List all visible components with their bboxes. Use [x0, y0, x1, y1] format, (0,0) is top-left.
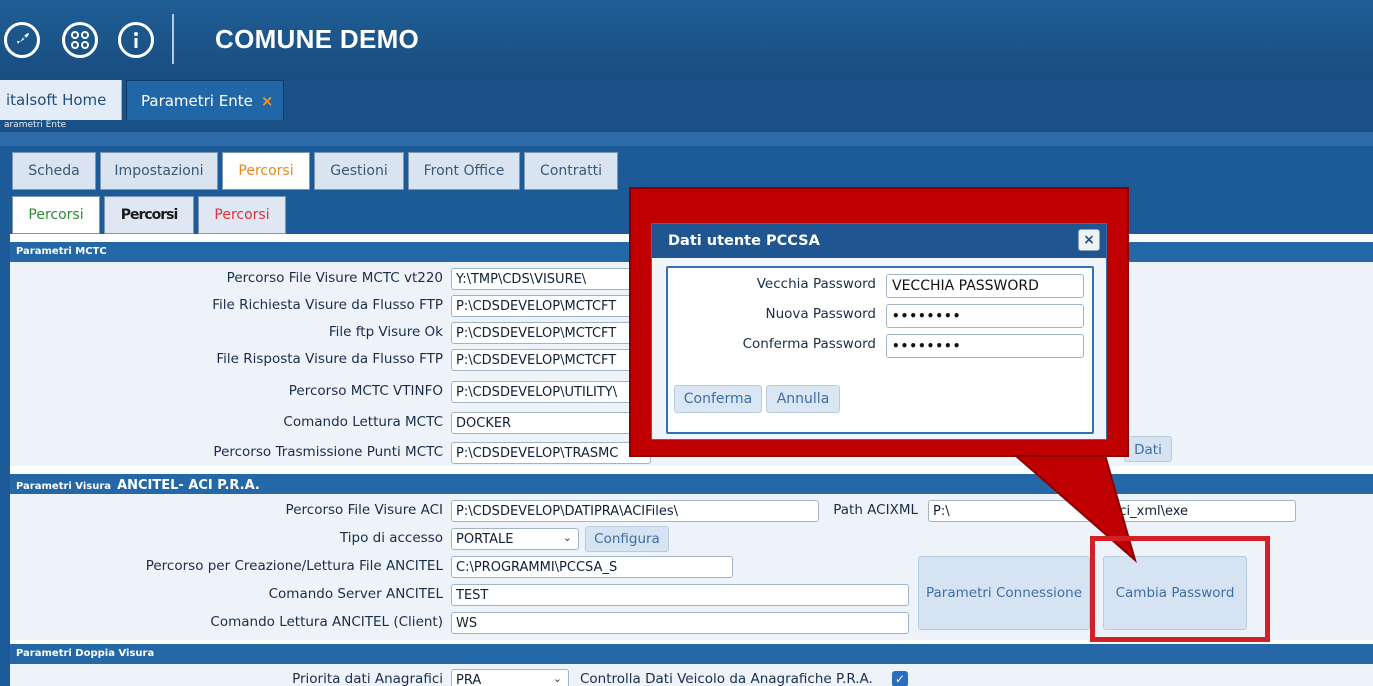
header-band	[0, 132, 1373, 146]
grid-icon[interactable]	[62, 22, 98, 58]
subtab-percorsi-red[interactable]: Percorsi	[198, 196, 286, 234]
subtab-percorsi-dark[interactable]: Percorsi	[104, 196, 194, 234]
chevron-down-icon: ⌄	[552, 672, 562, 685]
tab-contratti[interactable]: Contratti	[524, 152, 618, 190]
controlla-checkbox[interactable]: ✓	[892, 671, 908, 686]
ftp-visure-ok-input[interactable]: P:\CDSDEVELOP\MCTCFT	[451, 322, 651, 344]
field-label: Percorso File Visure ACI	[285, 502, 443, 518]
info-icon[interactable]	[118, 22, 154, 58]
section-header-visura: Parametri Visura ANCITEL- ACI P.R.A.	[10, 474, 1373, 494]
tipo-accesso-select[interactable]: PORTALE ⌄	[451, 528, 579, 550]
tab-impostazioni[interactable]: Impostazioni	[100, 152, 218, 190]
subtab-percorsi-green[interactable]: Percorsi	[12, 196, 100, 234]
field-value-start: P:\	[933, 504, 950, 519]
section-title-big: ANCITEL- ACI P.R.A.	[117, 478, 260, 493]
configura-button[interactable]: Configura	[585, 526, 669, 552]
field-label: Comando Lettura MCTC	[283, 414, 443, 430]
select-value: PRA	[456, 673, 482, 686]
cancel-button[interactable]: Annulla	[766, 385, 840, 413]
rocket-icon[interactable]	[4, 22, 40, 58]
tab-label: italsoft Home	[6, 91, 107, 109]
select-value: PORTALE	[456, 532, 514, 547]
mctc-vtinfo-input[interactable]: P:\CDSDEVELOP\UTILITY\	[451, 381, 651, 403]
tab-gestioni[interactable]: Gestioni	[314, 152, 404, 190]
priorita-select[interactable]: PRA ⌄	[451, 669, 569, 686]
field-label: Path ACIXML	[833, 502, 918, 518]
dialog-title: Dati utente PCCSA	[652, 224, 1106, 258]
risposta-ftp-input[interactable]: P:\CDSDEVELOP\MCTCFT	[451, 349, 651, 371]
field-label: Tipo di accesso	[339, 530, 443, 546]
field-label: Conferma Password	[742, 336, 876, 352]
path-acixml-input[interactable]: P:\ lity\aci_xml\exe	[928, 500, 1296, 522]
toolbar-separator	[172, 14, 174, 64]
comando-server-input[interactable]: TEST	[451, 584, 909, 606]
tab-label: Parametri Ente	[141, 92, 253, 110]
app-title: COMUNE DEMO	[215, 24, 420, 54]
field-label: Percorso MCTC VTINFO	[288, 383, 443, 399]
confirm-button[interactable]: Conferma	[674, 385, 762, 413]
field-label: Percorso per Creazione/Lettura File ANCI…	[145, 558, 443, 574]
chevron-down-icon: ⌄	[562, 531, 572, 544]
old-password-input[interactable]: VECCHIA PASSWORD	[886, 274, 1084, 298]
section-title-small: Parametri Visura	[16, 481, 112, 492]
percorso-aci-input[interactable]: P:\CDSDEVELOP\DATIPRA\ACIFiles\	[451, 500, 819, 522]
close-icon[interactable]: ×	[261, 92, 274, 110]
close-icon[interactable]: ×	[1078, 229, 1100, 251]
field-label: File Risposta Visure da Flusso FTP	[216, 351, 443, 367]
field-label: Percorso Trasmissione Punti MCTC	[213, 444, 443, 460]
comando-client-input[interactable]: WS	[451, 612, 909, 634]
dialog-form: Vecchia Password VECCHIA PASSWORD Nuova …	[666, 266, 1094, 434]
subtab-label: Percorsi	[120, 207, 179, 223]
field-label: Priorita dati Anagrafici	[292, 671, 443, 686]
field-value-end: lity\aci_xml\exe	[1087, 504, 1189, 519]
top-bar	[0, 0, 1373, 80]
dati-button[interactable]: Dati	[1124, 436, 1172, 462]
section-header-doppia: Parametri Doppia Visura	[10, 644, 1373, 664]
field-label: Comando Lettura ANCITEL (Client)	[210, 614, 443, 630]
field-label: File Richiesta Visure da Flusso FTP	[212, 297, 443, 313]
new-password-input[interactable]: ••••••••	[886, 304, 1084, 328]
creazione-ancitel-input[interactable]: C:\PROGRAMMI\PCCSA_S	[451, 556, 733, 578]
highlight-box	[1090, 536, 1270, 642]
tab-front-office[interactable]: Front Office	[408, 152, 520, 190]
field-label: Comando Server ANCITEL	[268, 586, 443, 602]
richiesta-ftp-input[interactable]: P:\CDSDEVELOP\MCTCFT	[451, 295, 651, 317]
trasmissione-punti-input[interactable]: P:\CDSDEVELOP\TRASMC	[451, 442, 651, 464]
field-label: Controlla Dati Veicolo da Anagrafiche P.…	[580, 671, 873, 686]
field-label: Nuova Password	[765, 306, 876, 322]
confirm-password-input[interactable]: ••••••••	[886, 334, 1084, 358]
tab-parametri-ente[interactable]: Parametri Ente ×	[126, 80, 284, 120]
field-label: Percorso File Visure MCTC vt220	[226, 270, 443, 286]
visure-vt220-input[interactable]: Y:\TMP\CDS\VISURE\	[451, 268, 651, 290]
field-label: File ftp Visure Ok	[328, 324, 443, 340]
parametri-connessione-button[interactable]: Parametri Connessione	[918, 556, 1090, 630]
comando-lettura-mctc-input[interactable]: DOCKER	[451, 412, 651, 434]
field-label: Vecchia Password	[756, 276, 876, 292]
password-dialog: Dati utente PCCSA × Vecchia Password VEC…	[651, 223, 1107, 440]
tab-percorsi[interactable]: Percorsi	[222, 152, 310, 190]
breadcrumb: arametri Ente	[0, 120, 1373, 132]
tab-scheda[interactable]: Scheda	[12, 152, 96, 190]
tab-italsoft-home[interactable]: italsoft Home	[0, 80, 122, 120]
